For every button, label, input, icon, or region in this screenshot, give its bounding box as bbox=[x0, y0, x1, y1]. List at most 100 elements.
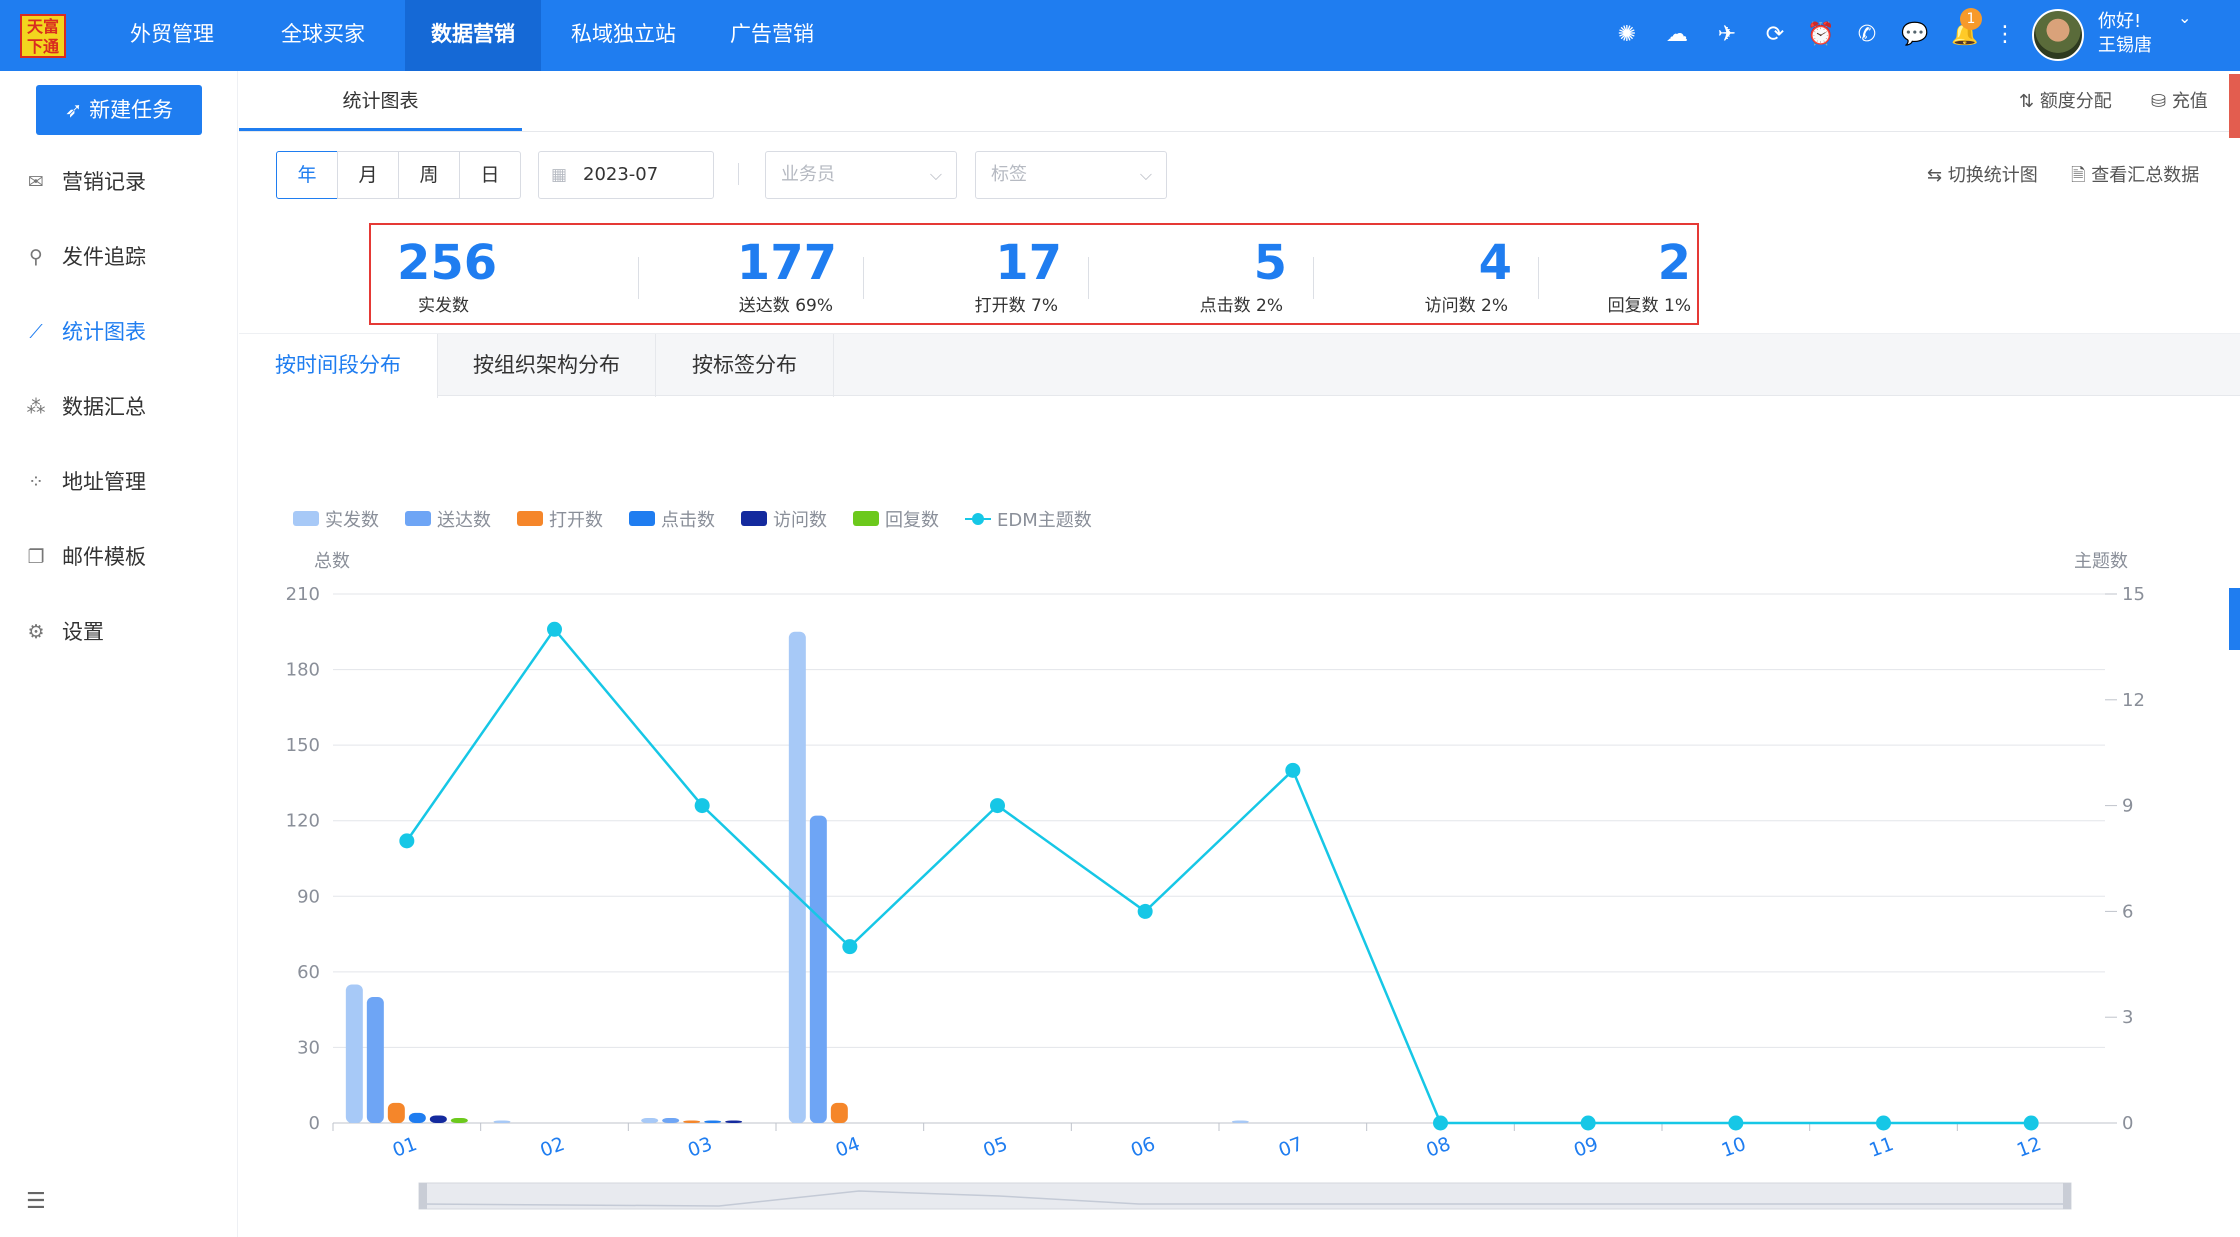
line-point bbox=[1876, 1115, 1891, 1131]
tag-select[interactable]: 标签 ⌵ bbox=[975, 151, 1167, 199]
tab-by-time[interactable]: 按时间段分布 bbox=[239, 334, 438, 398]
avatar[interactable] bbox=[2032, 9, 2084, 61]
stat-label: 点击数 2% bbox=[1199, 296, 1283, 316]
tab-by-tag[interactable]: 按标签分布 bbox=[656, 334, 834, 397]
y2-tick-label: 15 bbox=[2122, 584, 2145, 605]
y-tick-label: 0 bbox=[309, 1113, 320, 1134]
date-value: 2023-07 bbox=[583, 164, 659, 185]
period-month-button[interactable]: 月 bbox=[337, 151, 399, 199]
view-summary-button[interactable]: 🗎 查看汇总数据 bbox=[2071, 161, 2199, 193]
x-tick-label: 02 bbox=[537, 1133, 567, 1162]
sidebar-item-label: 地址管理 bbox=[62, 470, 146, 494]
legend-label: 点击数 bbox=[661, 510, 715, 531]
stat-value: 256 bbox=[397, 235, 498, 291]
x-tick-label: 01 bbox=[390, 1133, 420, 1162]
quota-allocation-link[interactable]: ⇅ 额度分配 bbox=[2019, 87, 2112, 113]
new-task-label: 新建任务 bbox=[89, 98, 174, 122]
chevron-down-icon[interactable]: ⌄ bbox=[2178, 8, 2191, 27]
user-greeting[interactable]: 你好! 王锡唐 bbox=[2098, 10, 2152, 58]
sidebar-item-stats-charts[interactable]: ⟋ 统计图表 bbox=[0, 307, 238, 357]
nav-foreign-trade[interactable]: 外贸管理 bbox=[104, 0, 240, 71]
sidebar-item-marketing-records[interactable]: ✉ 营销记录 bbox=[0, 157, 238, 207]
doc-search-icon: 🗎 bbox=[2071, 165, 2092, 186]
sidebar-item-label: 邮件模板 bbox=[62, 545, 146, 569]
play-icon[interactable]: ⟳ bbox=[1760, 20, 1790, 50]
period-week-button[interactable]: 周 bbox=[398, 151, 460, 199]
bar-实发数 bbox=[788, 631, 806, 1123]
legend-label: 访问数 bbox=[773, 510, 827, 531]
openai-icon[interactable]: ✺ bbox=[1612, 20, 1642, 50]
bar-点击数 bbox=[704, 1120, 722, 1123]
collapse-menu-icon[interactable]: ☰ bbox=[26, 1189, 46, 1214]
sidebar-item-label: 数据汇总 bbox=[62, 395, 146, 419]
period-year-button[interactable]: 年 bbox=[276, 151, 338, 199]
nav-data-marketing[interactable]: 数据营销 bbox=[405, 0, 541, 71]
subtab-divider bbox=[239, 131, 2240, 132]
recharge-label: 充值 bbox=[2171, 91, 2208, 112]
x-tick-label: 08 bbox=[1423, 1133, 1453, 1162]
stat-value: 2 bbox=[1657, 235, 1691, 291]
nav-ad-marketing[interactable]: 广告营销 bbox=[704, 0, 840, 71]
sort-icon: ⇅ bbox=[2019, 91, 2040, 112]
sidebar-item-settings[interactable]: ⚙ 设置 bbox=[0, 607, 238, 657]
line-point bbox=[1728, 1115, 1744, 1131]
tab-by-org[interactable]: 按组织架构分布 bbox=[438, 334, 656, 397]
stat-label: 回复数 1% bbox=[1607, 296, 1691, 316]
sidebar-item-address-management[interactable]: ⁘ 地址管理 bbox=[0, 457, 238, 507]
x-tick-label: 06 bbox=[1128, 1133, 1158, 1162]
bar-访问数 bbox=[725, 1120, 743, 1123]
bar-实发数 bbox=[345, 984, 363, 1123]
bar-打开数 bbox=[683, 1120, 701, 1123]
line-EDM主题数 bbox=[405, 627, 2032, 1125]
side-drawer-toggle[interactable] bbox=[2229, 74, 2240, 138]
cluster-icon: ⁂ bbox=[26, 396, 46, 418]
y2-tick-label: 6 bbox=[2122, 901, 2133, 922]
sidebar-item-mail-templates[interactable]: ❐ 邮件模板 bbox=[0, 532, 238, 582]
stat-label: 实发数 bbox=[418, 296, 469, 316]
bar-回复数 bbox=[450, 1117, 468, 1123]
y2-tick-label: 9 bbox=[2122, 796, 2133, 817]
brand-logo[interactable]: 天富 下通 bbox=[20, 14, 66, 58]
new-task-button[interactable]: ➶ 新建任务 bbox=[36, 85, 202, 135]
stat-value: 17 bbox=[995, 235, 1062, 291]
switch-chart-button[interactable]: ⇆ 切换统计图 bbox=[1927, 161, 2038, 187]
line-chart-icon: ⟋ bbox=[29, 321, 43, 343]
cloud-icon[interactable]: ☁ bbox=[1662, 20, 1692, 50]
whatsapp-icon[interactable]: ✆ bbox=[1852, 20, 1882, 50]
salesperson-select[interactable]: 业务员 ⌵ bbox=[765, 151, 957, 199]
location-icon: ⚲ bbox=[29, 246, 43, 268]
line-point bbox=[1137, 903, 1153, 919]
x-tick-label: 07 bbox=[1276, 1133, 1306, 1162]
stat-label: 打开数 7% bbox=[974, 296, 1058, 316]
side-panel-toggle[interactable] bbox=[2229, 588, 2240, 650]
y2-tick-label: 0 bbox=[2122, 1113, 2133, 1134]
nav-private-site[interactable]: 私域独立站 bbox=[545, 0, 702, 71]
legend-label: 实发数 bbox=[325, 510, 379, 531]
swap-icon: ⇆ bbox=[1927, 165, 1948, 186]
sidebar-item-label: 营销记录 bbox=[62, 170, 146, 194]
stat-clicked: 5 点击数 2% bbox=[1081, 225, 1303, 323]
bar-访问数 bbox=[429, 1115, 447, 1123]
zoom-slider-handle-right bbox=[2063, 1183, 2071, 1209]
period-day-button[interactable]: 日 bbox=[459, 151, 521, 199]
legend-label: 回复数 bbox=[885, 510, 939, 531]
sidebar-item-send-tracking[interactable]: ⚲ 发件追踪 bbox=[0, 232, 238, 282]
legend-swatch bbox=[629, 511, 655, 526]
chat-icon[interactable]: 💬 bbox=[1900, 20, 1930, 50]
feather-icon: ➶ bbox=[64, 98, 90, 122]
stat-label: 送达数 69% bbox=[738, 296, 833, 316]
logo-text-bottom: 下通 bbox=[26, 37, 59, 56]
more-icon[interactable]: ⋮ bbox=[1990, 20, 2020, 50]
y2-axis-title: 主题数 bbox=[2074, 551, 2128, 572]
chevron-down-icon: ⌵ bbox=[1139, 165, 1152, 184]
date-picker[interactable]: ▦ 2023-07 bbox=[538, 151, 714, 199]
recharge-link[interactable]: ⛁ 充值 bbox=[2151, 87, 2208, 113]
nav-global-buyers[interactable]: 全球买家 bbox=[255, 0, 391, 71]
logo-text-top: 天富 bbox=[26, 17, 59, 36]
alarm-icon[interactable]: ⏰ bbox=[1806, 20, 1836, 50]
legend-swatch bbox=[405, 511, 431, 526]
bird-icon[interactable]: ✈ bbox=[1712, 20, 1742, 50]
line-point bbox=[399, 833, 415, 849]
tab-stats-charts[interactable]: 统计图表 bbox=[239, 71, 522, 131]
sidebar-item-data-summary[interactable]: ⁂ 数据汇总 bbox=[0, 382, 238, 432]
